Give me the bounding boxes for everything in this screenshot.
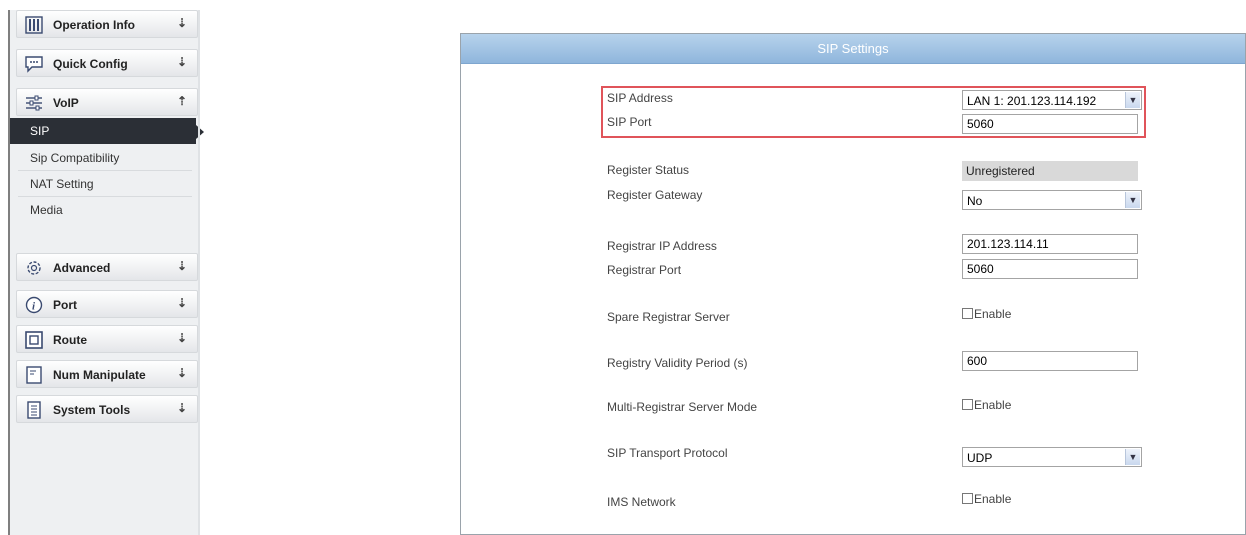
chevron-down-icon[interactable]: ⇣	[177, 296, 187, 310]
submenu-label: Media	[30, 203, 63, 217]
menu-label: Operation Info	[53, 18, 135, 32]
menu-operation-info[interactable]: Operation Info ⇣	[16, 10, 198, 38]
submenu-label: SIP	[30, 124, 50, 138]
registrar-ip-label: Registrar IP Address	[607, 239, 717, 253]
checkbox-label: Enable	[974, 492, 1012, 506]
chat-bubble-icon	[25, 56, 43, 73]
registrar-port-input[interactable]	[962, 259, 1138, 279]
chevron-down-icon[interactable]: ⇣	[177, 401, 187, 415]
submenu-sip[interactable]: SIP	[10, 118, 204, 144]
register-status-text: Unregistered	[966, 164, 1035, 178]
menu-advanced[interactable]: Advanced ⇣	[16, 253, 198, 281]
spare-registrar-label: Spare Registrar Server	[607, 310, 730, 324]
sidebar-divider	[198, 10, 200, 535]
sip-address-value: LAN 1: 201.123.114.192	[967, 94, 1097, 108]
menu-label: VoIP	[53, 96, 79, 110]
register-gateway-select[interactable]: No ▼	[962, 190, 1142, 210]
menu-quick-config[interactable]: Quick Config ⇣	[16, 49, 198, 77]
chevron-down-icon[interactable]: ⇣	[177, 55, 187, 69]
multi-registrar-label: Multi-Registrar Server Mode	[607, 400, 758, 414]
menu-label: Quick Config	[53, 57, 128, 71]
sip-address-select[interactable]: LAN 1: 201.123.114.192 ▼	[962, 90, 1142, 110]
gear-icon	[27, 261, 41, 275]
menu-voip[interactable]: VoIP ⇡	[16, 88, 198, 116]
checkbox-label: Enable	[974, 398, 1012, 412]
menu-route[interactable]: Route ⇣	[16, 325, 198, 353]
register-status-value: Unregistered	[962, 161, 1138, 181]
chevron-down-icon: ▼	[1125, 92, 1140, 108]
ims-network-label: IMS Network	[607, 495, 676, 509]
cropped-top-strip	[0, 0, 1246, 10]
chevron-down-icon[interactable]: ⇣	[177, 366, 187, 380]
menu-port[interactable]: i Port ⇣	[16, 290, 198, 318]
bar-chart-icon	[25, 16, 43, 34]
panel-title: SIP Settings	[817, 41, 889, 56]
chevron-down-icon: ▼	[1125, 192, 1140, 208]
submenu-sip-compatibility[interactable]: Sip Compatibility	[10, 145, 196, 171]
checkbox[interactable]	[962, 308, 973, 319]
menu-label: System Tools	[53, 403, 131, 417]
register-status-label: Register Status	[607, 163, 690, 177]
submenu-nat-setting[interactable]: NAT Setting	[10, 171, 196, 197]
menu-system-tools[interactable]: System Tools ⇣	[16, 395, 198, 423]
sip-port-label: SIP Port	[607, 115, 652, 129]
menu-label: Port	[53, 298, 77, 312]
registrar-ip-input[interactable]	[962, 234, 1138, 254]
checkbox[interactable]	[962, 493, 973, 504]
chevron-down-icon[interactable]: ⇣	[177, 331, 187, 345]
transport-select[interactable]: UDP ▼	[962, 447, 1142, 467]
document-icon	[26, 366, 42, 384]
submenu-label: NAT Setting	[30, 177, 94, 191]
transport-value: UDP	[967, 451, 993, 465]
sip-settings-panel: SIP Settings SIP Address LAN 1: 201.123.…	[460, 33, 1246, 535]
sliders-icon	[26, 95, 42, 111]
registrar-port-label: Registrar Port	[607, 263, 682, 277]
panel-header: SIP Settings	[461, 34, 1245, 64]
validity-period-input[interactable]	[962, 351, 1138, 371]
chevron-up-icon[interactable]: ⇡	[177, 94, 187, 108]
sidebar: Operation Info ⇣ Quick Config ⇣ VoIP ⇡ A…	[10, 10, 198, 535]
menu-label: Num Manipulate	[53, 368, 146, 382]
square-icon	[25, 331, 43, 349]
chevron-down-icon: ▼	[1125, 449, 1140, 465]
submenu-media[interactable]: Media	[10, 197, 196, 223]
sip-address-label: SIP Address	[607, 91, 673, 105]
menu-num-manipulate[interactable]: Num Manipulate ⇣	[16, 360, 198, 388]
register-gateway-value: No	[967, 194, 983, 208]
menu-label: Advanced	[53, 261, 111, 275]
menu-label: Route	[53, 333, 87, 347]
checkbox[interactable]	[962, 399, 973, 410]
register-gateway-label: Register Gateway	[607, 188, 703, 202]
voip-submenu: SIP Sip Compatibility NAT Setting Media	[10, 118, 204, 244]
notepad-icon	[27, 401, 41, 419]
chevron-down-icon[interactable]: ⇣	[177, 259, 187, 273]
info-icon: i	[25, 296, 43, 314]
sip-port-input[interactable]	[962, 114, 1138, 134]
chevron-down-icon[interactable]: ⇣	[177, 16, 187, 30]
checkbox-label: Enable	[974, 307, 1012, 321]
submenu-label: Sip Compatibility	[30, 151, 120, 165]
transport-label: SIP Transport Protocol	[607, 446, 728, 460]
validity-period-label: Registry Validity Period (s)	[607, 356, 748, 370]
